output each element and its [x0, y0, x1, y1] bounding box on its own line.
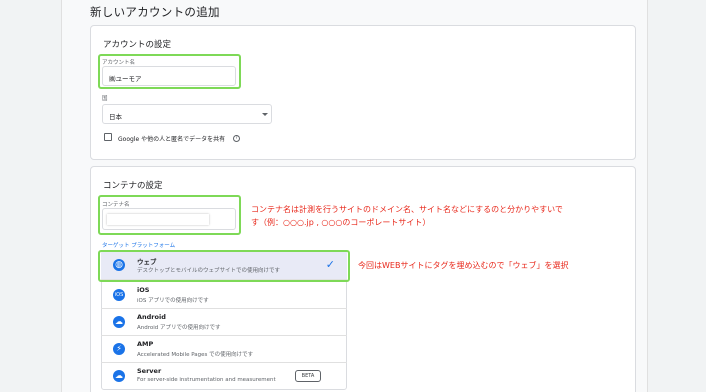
platform-item-server[interactable]: ☁ Server For server-side instrumentation… [101, 363, 347, 390]
account-name-label: アカウント名 [102, 60, 136, 66]
platform-name: Android [137, 313, 166, 321]
help-icon[interactable]: ? [233, 135, 240, 142]
annotation-web-choice: 今回はWEBサイトにタグを埋め込むので「ウェブ」を選択 [358, 261, 569, 270]
platform-desc: Accelerated Mobile Pages での使用向けです [137, 352, 254, 358]
platform-item-android[interactable]: ☁ Android Android アプリでの使用向けです [101, 309, 347, 336]
cloud-icon: ☁ [113, 316, 125, 328]
country-value: 日本 [109, 113, 122, 121]
share-data-checkbox[interactable] [104, 133, 112, 141]
target-platform-label: ターゲット プラットフォーム [102, 243, 176, 249]
beta-badge: BETA [295, 370, 321, 382]
share-data-label: Google や他の人と匿名でデータを共有 [118, 136, 226, 143]
container-name-label: コンテナ名 [102, 202, 130, 208]
page-title: 新しいアカウントの追加 [90, 5, 220, 19]
platform-name: Server [137, 367, 162, 375]
account-name-input[interactable]: ㈱ユーモア [102, 66, 236, 86]
annotation-line-2: す（例：○○○.jp , ○○○のコーポレートサイト） [251, 218, 431, 227]
country-select[interactable]: 日本 [102, 104, 272, 124]
ios-icon: iOS [113, 289, 125, 301]
account-name-value: ㈱ユーモア [109, 75, 142, 83]
platform-desc: For server-side instrumentation and meas… [137, 377, 276, 383]
platform-name: AMP [137, 340, 154, 348]
annotation-line-1: コンテナ名は計測を行うサイトのドメイン名、サイト名などにするのと分かりやすいで [251, 205, 563, 214]
cloud-icon: ☁ [113, 370, 125, 382]
platform-item-amp[interactable]: ⚡ AMP Accelerated Mobile Pages での使用向けです [101, 336, 347, 363]
platform-desc: Android アプリでの使用向けです [137, 325, 221, 331]
platform-item-ios[interactable]: iOS iOS iOS アプリでの使用向けです [101, 282, 347, 309]
chevron-down-icon [262, 113, 268, 116]
redacted-text-box [107, 214, 209, 225]
platform-desc: iOS アプリでの使用向けです [137, 298, 209, 304]
web-option-highlight [98, 250, 350, 282]
lightning-icon: ⚡ [113, 343, 125, 355]
country-label: 国 [102, 96, 108, 102]
annotation-container-name: コンテナ名は計測を行うサイトのドメイン名、サイト名などにするのと分かりやすいで … [251, 203, 563, 229]
container-settings-title: コンテナの設定 [103, 181, 163, 191]
account-settings-title: アカウントの設定 [103, 40, 172, 50]
platform-name: iOS [137, 286, 150, 294]
container-name-input[interactable] [102, 208, 236, 230]
